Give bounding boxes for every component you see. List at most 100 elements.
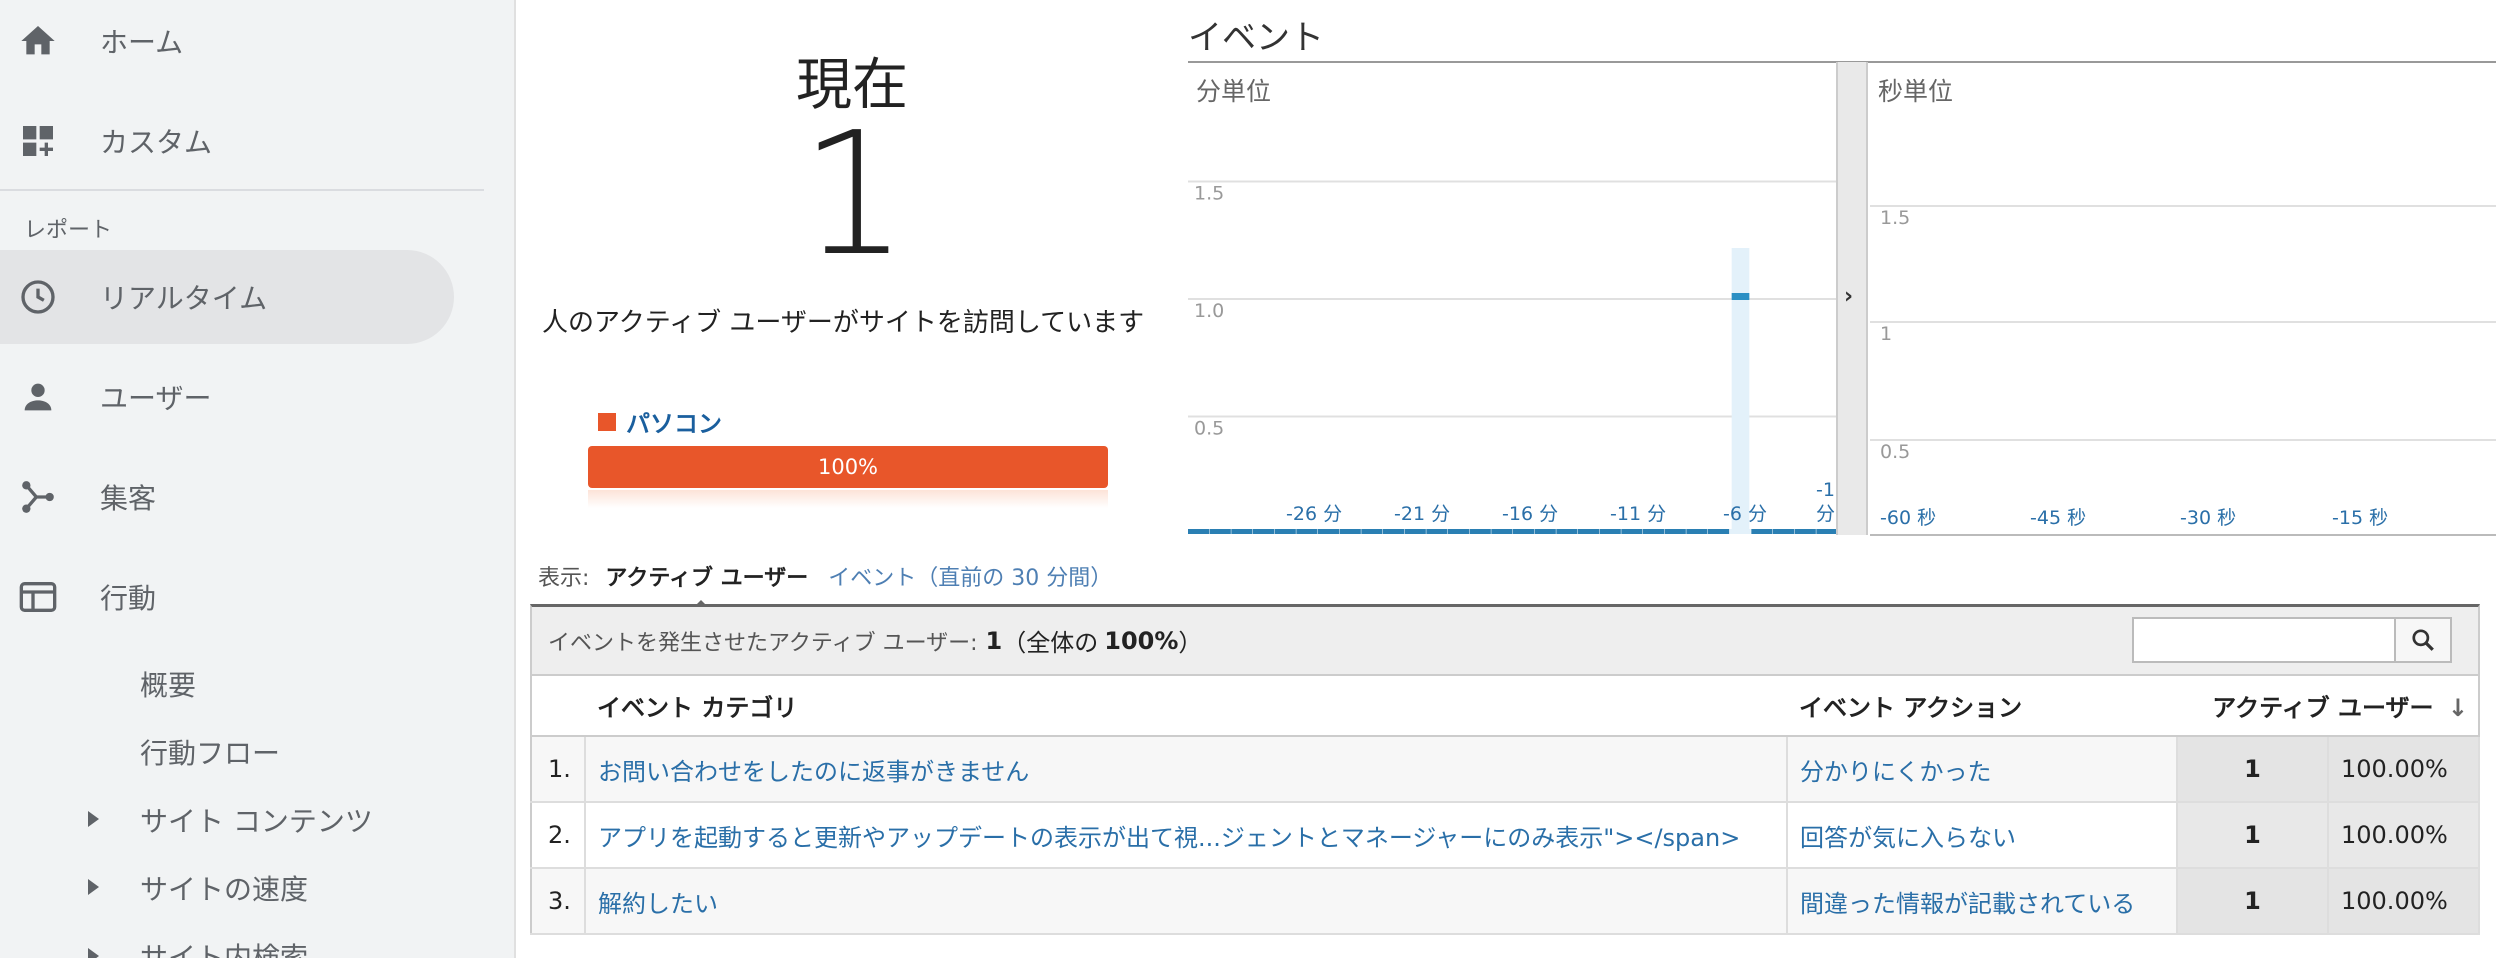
baseline-bar	[1621, 529, 1643, 534]
tab-events-30min[interactable]: イベント（直前の 30 分間）	[828, 560, 1112, 592]
baseline-bar	[1188, 529, 1210, 534]
behavior-icon	[19, 582, 57, 612]
clock-icon	[21, 280, 55, 314]
nav-realtime-label: リアルタイム	[100, 282, 268, 315]
home-icon	[21, 26, 55, 55]
events-data-table: イベント カテゴリ イベント アクション アクティブ ユーザー ↓ 1. お問い…	[530, 676, 2480, 935]
device-legend: パソコン	[598, 404, 722, 439]
nav-acquisition-label: 集客	[100, 482, 157, 515]
sidebar: ホーム カスタム レポート リアルタイム ユーザー 集客 行動 概要 行動フロー…	[0, 0, 516, 958]
nav-behavior-flow[interactable]: 行動フロー	[140, 732, 280, 772]
person-icon	[24, 383, 52, 411]
expand-caret-icon[interactable]	[88, 948, 99, 958]
row-event-category[interactable]: アプリを起動すると更新やアップデートの表示が出て視...ジェントとマネージャーに…	[585, 802, 1788, 869]
baseline-bar	[1404, 529, 1426, 534]
chevron-right-icon: ›	[1844, 284, 1854, 309]
row-active-users: 1	[2177, 736, 2329, 803]
x-tick-label: -30 秒	[2180, 507, 2236, 529]
search-icon	[2412, 629, 2434, 651]
header-event-category[interactable]: イベント カテゴリ	[585, 676, 1787, 737]
header-active-users[interactable]: アクティブ ユーザー ↓	[2177, 676, 2479, 737]
x-tick-label: -15 秒	[2332, 507, 2388, 529]
baseline-bar	[1643, 529, 1665, 534]
row-active-users-pct: 100.00%	[2328, 802, 2480, 869]
baseline-bar	[1426, 529, 1448, 534]
y-tick-label: 0.5	[1194, 418, 1224, 440]
x-tick-label: -45 秒	[2030, 507, 2086, 529]
second-panel-label: 秒単位	[1878, 77, 1953, 106]
table-search-input[interactable]	[2132, 617, 2396, 663]
chart-expand-handle[interactable]: ›	[1836, 62, 1868, 535]
row-active-users: 1	[2177, 868, 2329, 935]
baseline-bar	[1686, 529, 1708, 534]
header-active-users-label: アクティブ ユーザー	[2212, 694, 2434, 722]
event-bar	[1731, 293, 1750, 300]
sort-down-arrow-icon: ↓	[2447, 694, 2468, 722]
row-active-users-pct: 100.00%	[2328, 868, 2480, 935]
x-tick-label: -60 秒	[1880, 507, 1936, 529]
row-event-action[interactable]: 回答が気に入らない	[1787, 802, 2178, 869]
tab-active-users[interactable]: アクティブ ユーザー	[605, 560, 808, 612]
baseline-bar	[1491, 529, 1513, 534]
baseline-bar	[1318, 529, 1340, 534]
baseline-bar	[1773, 529, 1795, 534]
y-tick-label: 1.5	[1880, 207, 1910, 229]
nav-behavior-label: 行動	[100, 582, 157, 615]
y-tick-label: 1	[1880, 323, 1892, 345]
events-table: イベントを発生させたアクティブ ユーザー: 1 （全体の 100% ） イベント…	[530, 604, 2480, 935]
nav-behavior[interactable]: 行動	[0, 550, 484, 644]
row-index: 3.	[531, 868, 586, 935]
active-user-count: 1	[800, 96, 909, 294]
acquisition-icon	[22, 481, 54, 513]
baseline-bar	[1274, 529, 1296, 534]
x-tick-label: -26 分	[1286, 503, 1342, 525]
search-button[interactable]	[2396, 617, 2452, 663]
row-event-action[interactable]: 間違った情報が記載されている	[1787, 868, 2178, 935]
nav-acquisition[interactable]: 集客	[0, 450, 484, 544]
summary-prefix: イベントを発生させたアクティブ ユーザー:	[548, 630, 978, 656]
device-name: パソコン	[626, 410, 722, 438]
baseline-bar	[1209, 529, 1231, 534]
nav-users[interactable]: ユーザー	[0, 350, 484, 444]
nav-custom-label: カスタム	[100, 126, 213, 159]
table-header-row: イベント カテゴリ イベント アクション アクティブ ユーザー ↓	[531, 676, 2479, 737]
reports-section-label: レポート	[24, 218, 113, 243]
baseline-bar	[1816, 529, 1838, 534]
y-tick-label: 0.5	[1880, 441, 1910, 463]
active-user-description: 人のアクティブ ユーザーがサイトを訪問しています	[542, 308, 1145, 338]
nav-realtime[interactable]: リアルタイム	[0, 250, 454, 344]
baseline-bar	[1513, 529, 1535, 534]
row-index: 1.	[531, 736, 586, 803]
baseline-bar	[1599, 529, 1621, 534]
nav-custom[interactable]: カスタム	[0, 94, 484, 188]
nav-site-search[interactable]: サイト内検索	[140, 936, 308, 958]
baseline-bar	[1469, 529, 1491, 534]
device-share-bar: 100%	[588, 446, 1108, 488]
y-tick-label: 1.0	[1194, 300, 1224, 322]
row-event-category[interactable]: 解約したい	[585, 868, 1788, 935]
baseline-bar	[1231, 529, 1253, 534]
view-tabs: 表示: アクティブ ユーザー イベント（直前の 30 分間）	[538, 560, 1112, 612]
header-event-action[interactable]: イベント アクション	[1787, 676, 2177, 737]
row-active-users: 1	[2177, 802, 2329, 869]
nav-divider	[0, 189, 484, 191]
x-tick-label: -6 分	[1723, 503, 1767, 525]
row-event-category[interactable]: お問い合わせをしたのに返事がきません	[585, 736, 1788, 803]
main-content: 現在 1 人のアクティブ ユーザーがサイトを訪問しています パソコン 100% …	[518, 0, 2496, 958]
nav-users-label: ユーザー	[100, 382, 212, 415]
nav-site-content[interactable]: サイト コンテンツ	[140, 800, 373, 840]
baseline-bar	[1556, 529, 1578, 534]
x-tick-label: -1	[1816, 479, 1835, 501]
baseline-bar	[1253, 529, 1275, 534]
baseline-bar	[1729, 529, 1751, 534]
table-row: 1. お問い合わせをしたのに返事がきません 分かりにくかった 1 100.00%	[531, 736, 2480, 803]
nav-home[interactable]: ホーム	[0, 0, 484, 88]
nav-behavior-overview[interactable]: 概要	[140, 664, 196, 704]
expand-caret-icon[interactable]	[88, 879, 99, 895]
header-index	[531, 676, 585, 737]
nav-site-speed[interactable]: サイトの速度	[140, 868, 308, 908]
y-tick-label: 1.5	[1194, 183, 1224, 205]
baseline-bar	[1751, 529, 1773, 534]
row-event-action[interactable]: 分かりにくかった	[1787, 736, 2178, 803]
expand-caret-icon[interactable]	[88, 811, 99, 827]
